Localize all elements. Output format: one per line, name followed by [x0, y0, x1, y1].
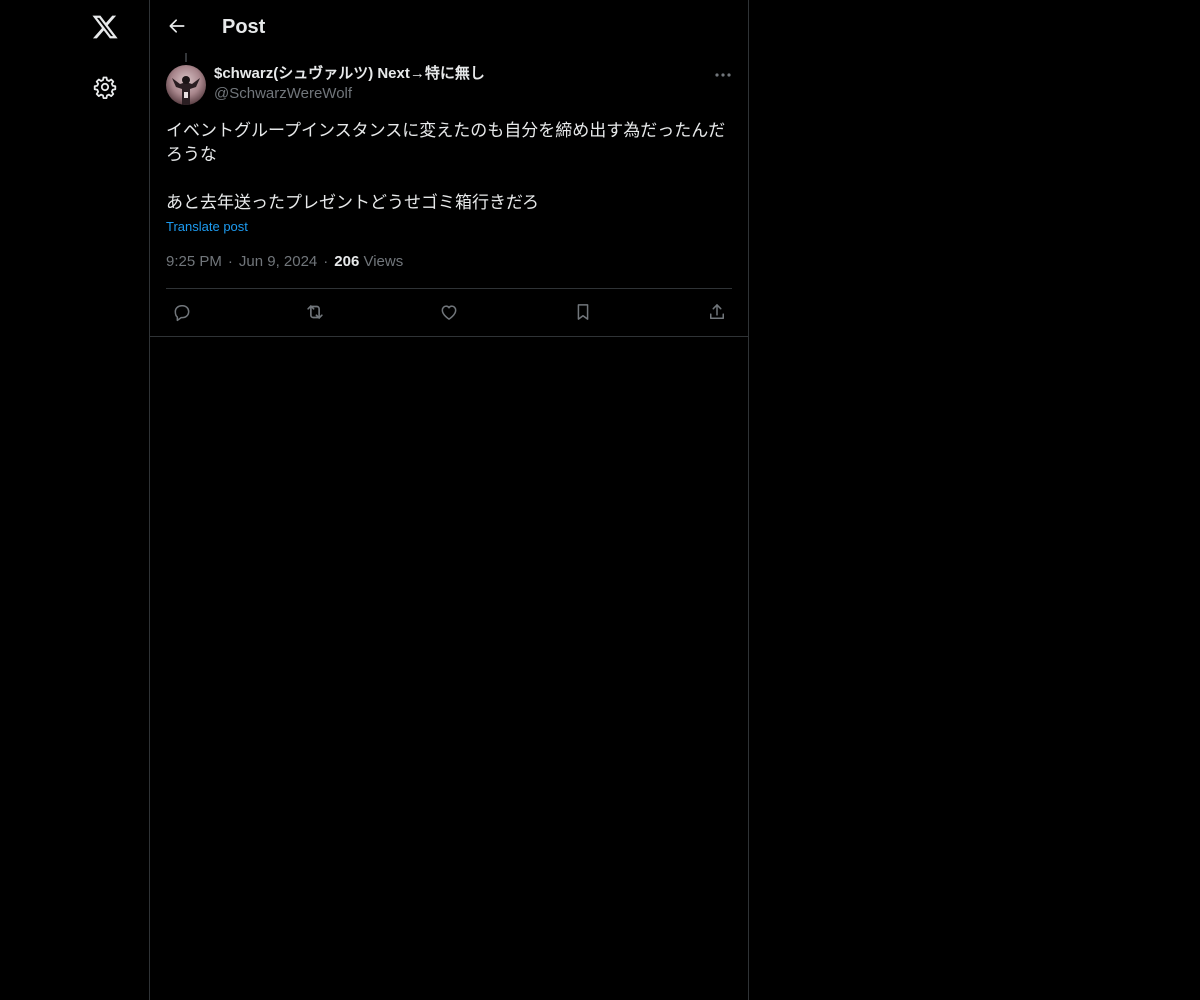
- main-column: Post $chwarz(シュヴァルツ) Next→特に無し @SchwarzW…: [149, 0, 749, 1000]
- views-count: 206: [334, 253, 360, 270]
- share-button[interactable]: [701, 296, 733, 328]
- page-title: Post: [222, 16, 266, 38]
- page-header: Post: [150, 0, 748, 53]
- like-button[interactable]: [433, 296, 465, 328]
- author-display-name[interactable]: $chwarz(シュヴァルツ) Next→特に無し: [214, 64, 485, 84]
- divider: [166, 288, 732, 289]
- post-actions-bar: [166, 296, 732, 328]
- repost-button[interactable]: [299, 296, 331, 328]
- bookmark-button[interactable]: [567, 296, 599, 328]
- more-options-button[interactable]: [710, 64, 736, 86]
- share-icon: [710, 304, 724, 319]
- reply-icon: [174, 305, 190, 322]
- post-text-line: イベントグループインスタンスに変えたのも自分を締め出す為だったんだろうな: [166, 121, 726, 164]
- app-root: Post $chwarz(シュヴァルツ) Next→特に無し @SchwarzW…: [0, 0, 1200, 1000]
- translate-post-link[interactable]: Translate post: [166, 218, 248, 236]
- more-horizontal-icon: [715, 73, 731, 77]
- avatar[interactable]: [166, 65, 206, 105]
- left-nav: [0, 0, 149, 1000]
- repost-icon: [307, 305, 323, 319]
- separator-dot: ·: [323, 253, 329, 270]
- thread-connector-line: [185, 53, 187, 62]
- back-button[interactable]: [160, 9, 194, 43]
- author-handle[interactable]: @SchwarzWereWolf: [214, 84, 485, 104]
- reply-button[interactable]: [166, 296, 198, 328]
- arrow-left-icon: [169, 19, 185, 33]
- post-metadata: 9:25 PM · Jun 9, 2024 · 206 Views: [166, 252, 403, 272]
- x-logo-icon[interactable]: [83, 5, 127, 49]
- post-text-line: あと去年送ったプレゼントどうせゴミ箱行きだろ: [166, 193, 539, 212]
- separator-dot: ·: [227, 253, 233, 270]
- post-date[interactable]: Jun 9, 2024: [239, 253, 317, 270]
- post-author: $chwarz(シュヴァルツ) Next→特に無し @SchwarzWereWo…: [214, 64, 485, 104]
- views-label: Views: [363, 253, 404, 270]
- heart-icon: [441, 305, 457, 320]
- gear-icon[interactable]: [83, 65, 127, 109]
- divider: [150, 336, 748, 337]
- post-text: イベントグループインスタンスに変えたのも自分を締め出す為だったんだろうな あと去…: [166, 119, 732, 215]
- bookmark-icon: [577, 304, 589, 320]
- post-time[interactable]: 9:25 PM: [166, 253, 222, 270]
